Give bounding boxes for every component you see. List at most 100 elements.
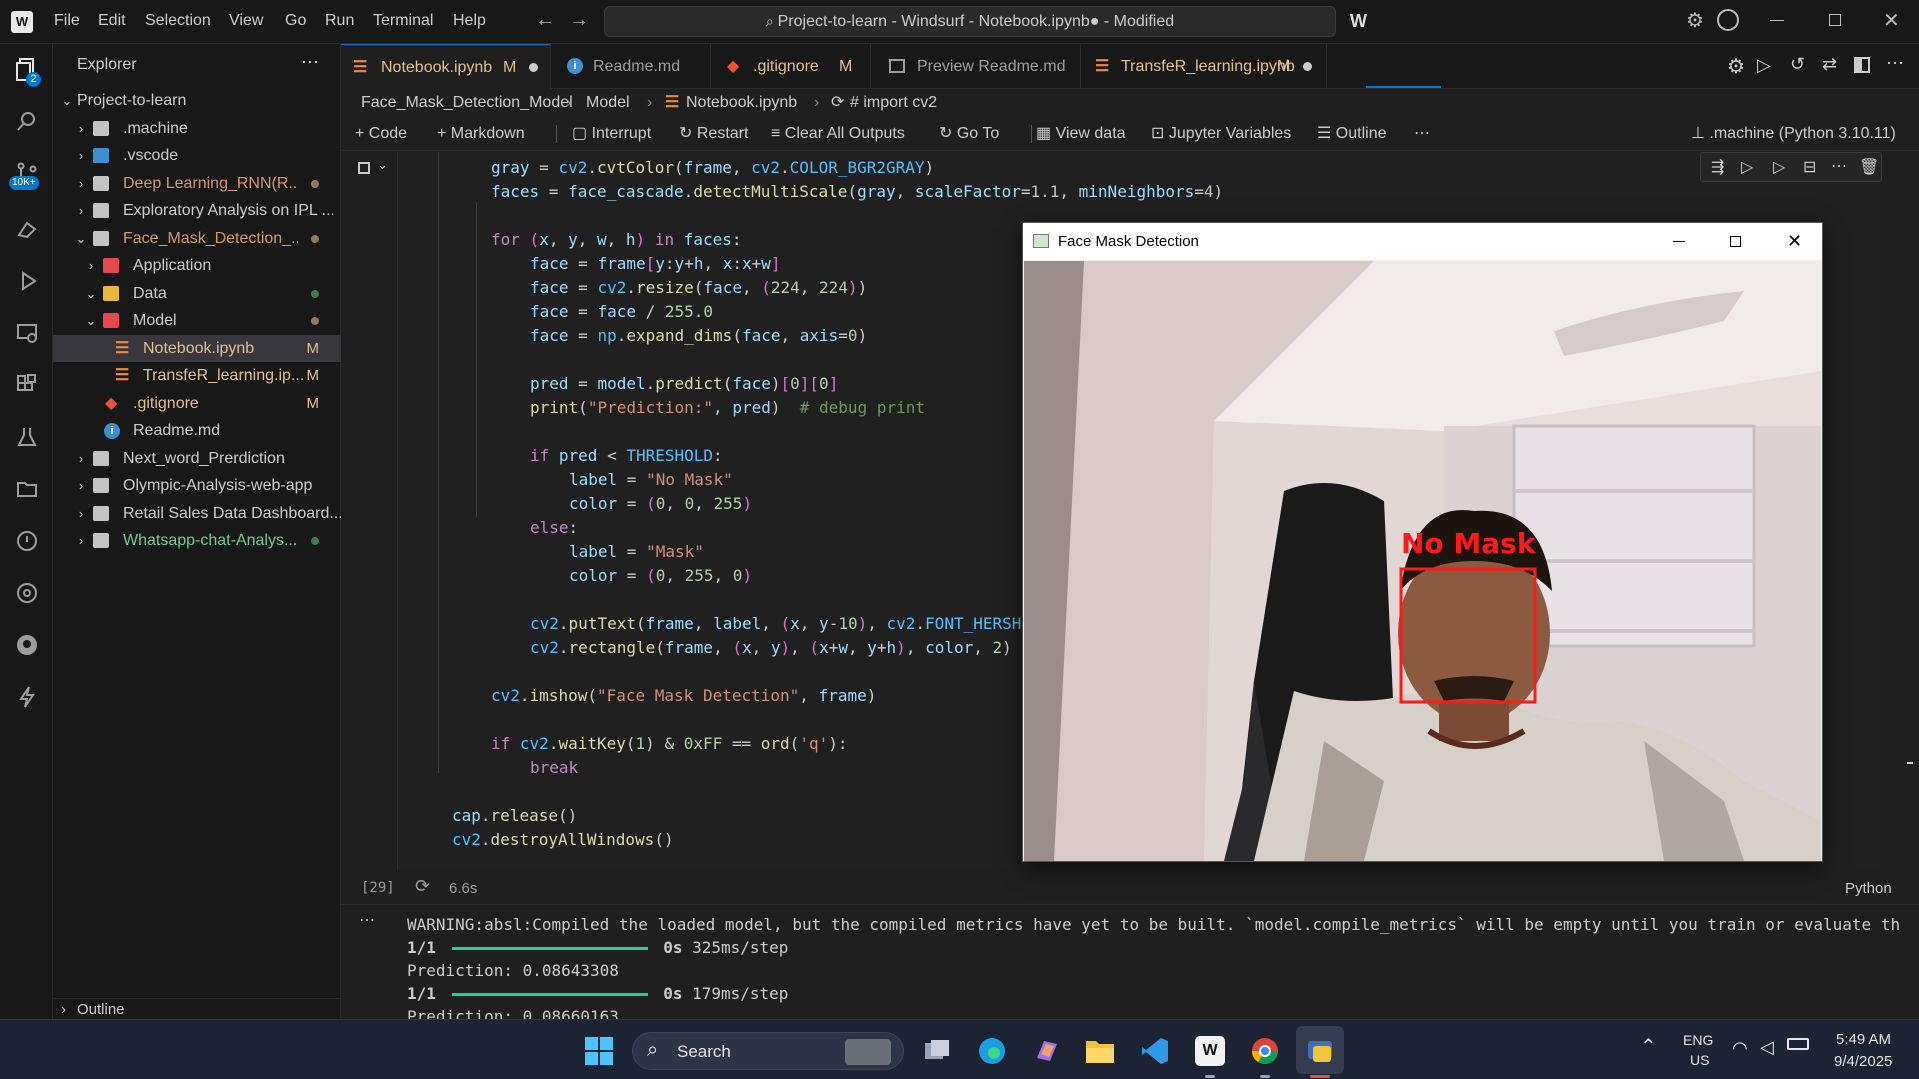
chevron-down-icon[interactable]: ⌄ xyxy=(377,157,388,173)
more-actions-icon[interactable]: ⋯ xyxy=(1831,156,1847,176)
interrupt-button[interactable]: ▢ Interrupt xyxy=(572,117,651,151)
breadcrumb-item[interactable]: Model xyxy=(586,89,630,117)
vscode-icon[interactable] xyxy=(1138,1034,1172,1068)
jupyter-variables-button[interactable]: ⊡ Jupyter Variables xyxy=(1151,117,1291,151)
close-icon[interactable]: ✕ xyxy=(1787,223,1802,260)
compare-icon[interactable]: ⇄ xyxy=(1822,54,1837,75)
tree-item[interactable]: › Deep Learning_RNN(R... xyxy=(53,170,341,197)
face-mask-detection-window[interactable]: Face Mask Detection ✕ No Mask xyxy=(1022,222,1823,862)
maximize-icon[interactable] xyxy=(1730,236,1741,247)
forward-arrow-icon[interactable]: → xyxy=(569,9,589,32)
settings-gear-icon[interactable]: ⚙ xyxy=(1686,8,1704,33)
gitlens-icon[interactable] xyxy=(12,578,42,608)
tab-preview-readme[interactable]: Preview Readme.md xyxy=(871,44,1081,89)
copilot-icon[interactable] xyxy=(1030,1034,1064,1068)
windsurf-cascade-icon[interactable] xyxy=(12,214,42,244)
view-data-button[interactable]: ▦ View data xyxy=(1036,117,1126,151)
account-icon[interactable] xyxy=(1717,9,1739,31)
tree-item[interactable]: ⌄ Face_Mask_Detection_... xyxy=(53,225,341,252)
add-code-button[interactable]: + Code xyxy=(355,117,407,151)
window-titlebar[interactable]: Face Mask Detection ✕ xyxy=(1023,223,1822,260)
chrome-icon[interactable] xyxy=(1248,1034,1282,1068)
remote-explorer-icon[interactable] xyxy=(12,318,42,348)
settings-gear-icon[interactable]: ⚙ xyxy=(1727,54,1745,79)
clock-time[interactable]: 5:49 AM xyxy=(1836,1031,1891,1048)
tree-item[interactable]: › Whatsapp-chat-Analys... xyxy=(53,527,341,554)
add-markdown-button[interactable]: + Markdown xyxy=(437,117,525,151)
delete-cell-icon[interactable]: 🗑 xyxy=(1859,157,1879,177)
tree-item[interactable]: › .vscode xyxy=(53,142,341,169)
close-icon[interactable]: ✕ xyxy=(1883,8,1900,33)
file-explorer-icon[interactable] xyxy=(1083,1034,1117,1068)
tree-item[interactable]: i Readme.md xyxy=(53,417,341,444)
task-view-icon[interactable] xyxy=(920,1034,954,1068)
tree-item[interactable]: ◆ .gitignore M xyxy=(53,390,341,417)
tree-item[interactable]: ⌄ Model xyxy=(53,307,341,334)
run-debug-icon[interactable] xyxy=(12,266,42,296)
tree-item[interactable]: › Application xyxy=(53,252,341,279)
menu-edit[interactable]: Edit xyxy=(98,12,126,30)
menu-help[interactable]: Help xyxy=(453,12,486,30)
bolt-icon[interactable] xyxy=(12,682,42,712)
edge-browser-icon[interactable] xyxy=(975,1034,1009,1068)
tree-item[interactable]: › Olympic-Analysis-web-app xyxy=(53,472,341,499)
battery-icon[interactable] xyxy=(1787,1038,1809,1050)
extensions-icon[interactable] xyxy=(12,370,42,400)
tree-item[interactable]: › Retail Sales Data Dashboard... xyxy=(53,500,341,527)
menu-terminal[interactable]: Terminal xyxy=(373,12,433,30)
language-region[interactable]: US xyxy=(1690,1052,1709,1068)
run-all-icon[interactable]: ▷ xyxy=(1757,55,1771,76)
breadcrumb-item[interactable]: # import cv2 xyxy=(850,89,937,117)
goto-button[interactable]: ↻ Go To xyxy=(939,117,999,151)
chevron-up-icon[interactable]: ⌃ xyxy=(1640,1034,1657,1059)
execute-below-icon[interactable]: ▷ xyxy=(1773,157,1785,177)
unsaved-dot-icon[interactable] xyxy=(1303,62,1312,71)
language-code[interactable]: ENG xyxy=(1683,1032,1713,1048)
tree-item[interactable]: › .machine xyxy=(53,115,341,142)
unsaved-dot-icon[interactable] xyxy=(529,63,538,72)
minimize-icon[interactable] xyxy=(1770,20,1784,21)
cell-select-checkbox[interactable] xyxy=(358,162,370,174)
tree-item[interactable]: › Exploratory Analysis on IPL ... xyxy=(53,197,341,224)
menu-run[interactable]: Run xyxy=(325,12,354,30)
command-center[interactable]: ⌕ Project-to-learn - Windsurf - Notebook… xyxy=(604,6,1336,37)
tree-item[interactable]: ☰ TransfeR_learning.ip... M xyxy=(53,362,341,389)
timeline-icon[interactable] xyxy=(12,526,42,556)
outline-button[interactable]: ☰ Outline xyxy=(1317,117,1387,151)
minimize-icon[interactable] xyxy=(1673,241,1685,242)
run-by-line-icon[interactable]: ⇶ xyxy=(1711,157,1724,177)
output-actions-icon[interactable]: ⋯ xyxy=(359,910,375,930)
breadcrumb-item[interactable]: Notebook.ipynb xyxy=(686,89,797,117)
clear-outputs-button[interactable]: ≡ Clear All Outputs xyxy=(771,117,905,151)
tab-notebook[interactable]: ☰ Notebook.ipynb M xyxy=(341,44,551,89)
tree-root[interactable]: ⌄ Project-to-learn xyxy=(53,87,341,114)
outline-section[interactable]: › Outline xyxy=(53,998,341,1019)
windsurf-icon[interactable]: W xyxy=(1350,10,1378,32)
menu-view[interactable]: View xyxy=(229,12,263,30)
github-icon[interactable] xyxy=(12,630,42,660)
folder-icon[interactable] xyxy=(12,474,42,504)
windsurf-logo[interactable]: W xyxy=(11,11,33,33)
wifi-icon[interactable]: ◠ xyxy=(1732,1038,1748,1059)
restart-button[interactable]: ↻ Restart xyxy=(679,117,748,151)
testing-flask-icon[interactable] xyxy=(12,422,42,452)
kernel-picker[interactable]: ⊥ .machine (Python 3.10.11) xyxy=(1691,117,1896,151)
tree-item-selected[interactable]: ☰ Notebook.ipynb M xyxy=(53,335,341,362)
menu-selection[interactable]: Selection xyxy=(145,12,211,30)
restore-icon[interactable] xyxy=(1829,14,1841,26)
clock-date[interactable]: 9/4/2025 xyxy=(1834,1053,1892,1070)
split-cell-icon[interactable]: ⊟ xyxy=(1803,157,1816,177)
taskbar-search-box[interactable]: ⌕ Search xyxy=(632,1032,904,1070)
search-icon[interactable] xyxy=(12,106,42,136)
windows-start-icon[interactable] xyxy=(582,1034,616,1068)
windsurf-taskbar-icon[interactable]: W xyxy=(1193,1034,1227,1068)
tab-readme[interactable]: i Readme.md xyxy=(551,44,711,89)
volume-icon[interactable]: ◁ xyxy=(1760,1037,1774,1058)
tree-item[interactable]: › Next_word_Prerdiction xyxy=(53,445,341,472)
cell-language[interactable]: Python xyxy=(1845,880,1892,897)
tab-gitignore[interactable]: ◆ .gitignore M xyxy=(711,44,871,89)
menu-go[interactable]: Go xyxy=(285,12,306,30)
history-icon[interactable]: ↺ xyxy=(1790,54,1805,75)
back-arrow-icon[interactable]: ← xyxy=(535,9,555,32)
more-actions-icon[interactable]: ⋯ xyxy=(301,52,319,73)
